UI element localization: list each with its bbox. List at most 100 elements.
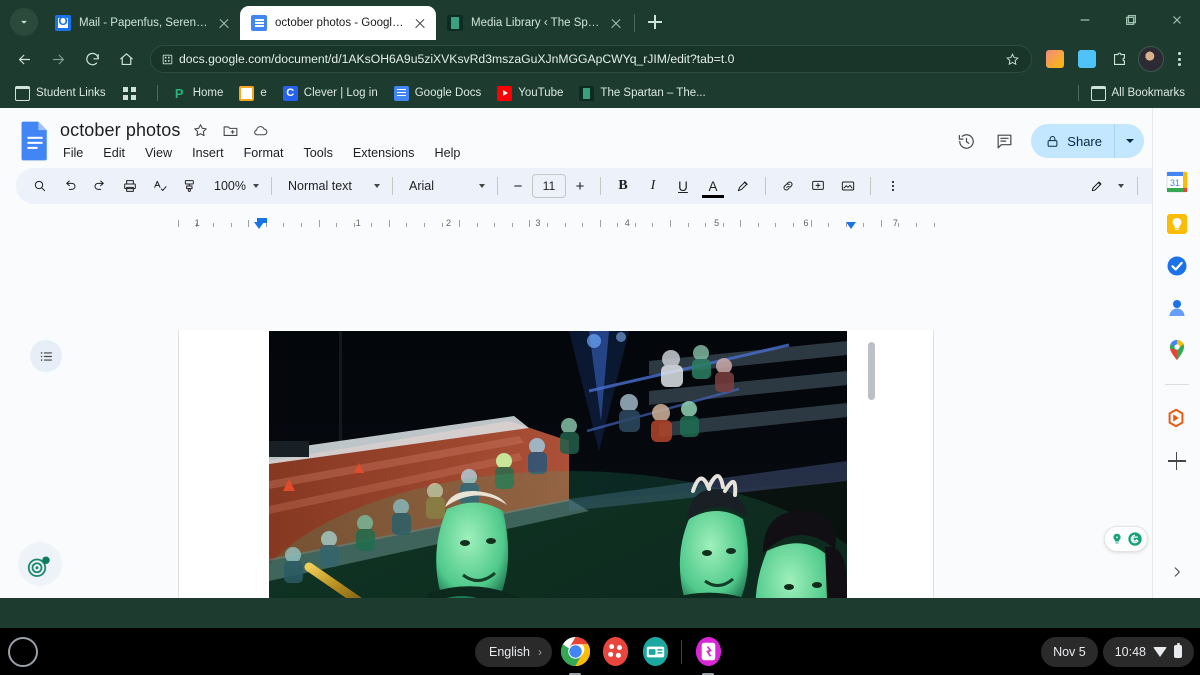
bookmark-youtube[interactable]: YouTube [490,83,570,104]
bold-button[interactable]: B [609,172,637,200]
all-bookmarks-button[interactable]: All Bookmarks [1084,83,1193,104]
google-keep-icon[interactable] [1165,212,1189,236]
google-tasks-icon[interactable] [1165,254,1189,278]
spellcheck-icon[interactable] [146,172,174,200]
extension-icon [1078,50,1096,68]
editing-mode-dropdown[interactable] [1113,172,1129,200]
back-button[interactable] [8,43,40,75]
close-icon[interactable] [608,15,624,31]
address-bar[interactable]: docs.google.com/document/d/1AKsOH6A9u5zi… [150,45,1032,73]
google-docs-logo-icon[interactable] [18,120,52,162]
document-scrollbar-thumb[interactable] [868,342,875,400]
search-icon[interactable] [26,172,54,200]
document-canvas[interactable] [0,330,1200,598]
forward-button[interactable] [42,43,74,75]
font-size-input[interactable]: 11 [531,174,566,198]
minimize-icon[interactable] [1062,2,1108,38]
menu-format[interactable]: Format [241,144,287,162]
ime-language-button[interactable]: English › [475,636,552,667]
paragraph-style-dropdown[interactable]: Normal text [280,172,384,200]
highlight-icon[interactable] [729,172,757,200]
bookmark-apps-grid[interactable] [115,83,150,104]
browser-tab-october-photos[interactable]: october photos - Google Docs [240,6,436,40]
editing-mode-pencil-icon[interactable] [1083,172,1111,200]
move-to-folder-icon[interactable] [220,121,240,141]
menu-extensions[interactable]: Extensions [350,144,418,162]
horizontal-ruler[interactable]: 1 1 2 3 4 5 6 7 [178,210,942,230]
home-button[interactable] [110,43,142,75]
bookmark-clever[interactable]: C Clever | Log in [276,83,385,104]
maximize-icon[interactable] [1108,2,1154,38]
share-button[interactable]: Share [1031,124,1114,158]
bookmark-home[interactable]: P Home [165,83,231,104]
youtube-icon [497,85,513,101]
reload-button[interactable] [76,43,108,75]
menu-edit[interactable]: Edit [100,144,128,162]
font-family-dropdown[interactable]: Arial [401,172,489,200]
more-options-icon[interactable] [879,172,907,200]
menu-tools[interactable]: Tools [300,144,335,162]
text-color-button[interactable]: A [699,172,727,200]
increase-font-size-button[interactable]: + [568,174,592,198]
shelf-app-chrome[interactable] [558,635,592,675]
extensions-puzzle-icon[interactable] [1104,44,1134,74]
document-image[interactable] [269,331,847,598]
left-indent-marker[interactable] [254,222,265,229]
menu-help[interactable]: Help [431,144,463,162]
browser-tab-mail[interactable]: Mail - Papenfus, Serenity Rae - O [44,6,240,40]
close-icon[interactable] [216,15,232,31]
insert-image-icon[interactable] [834,172,862,200]
google-contacts-icon[interactable] [1165,296,1189,320]
bookmark-spartan[interactable]: The Spartan – The... [572,83,712,104]
chrome-menu-icon[interactable] [1166,46,1192,72]
google-calendar-icon[interactable]: 31 [1165,170,1189,194]
menu-insert[interactable]: Insert [189,144,227,162]
menu-file[interactable]: File [60,144,86,162]
link-icon[interactable] [774,172,802,200]
extension-icon-2[interactable] [1072,44,1102,74]
grammarly-widget[interactable] [1104,526,1148,552]
document-outline-icon[interactable] [30,340,62,372]
history-icon[interactable] [949,124,983,158]
paint-format-icon[interactable] [176,172,204,200]
share-dropdown-button[interactable] [1114,124,1144,158]
document-page[interactable] [178,330,934,598]
right-indent-marker[interactable] [845,222,856,229]
page-title[interactable]: october photos [60,120,180,141]
star-icon[interactable] [190,121,210,141]
calendar-date-button[interactable]: Nov 5 [1041,636,1098,667]
shelf-app-media[interactable] [638,635,672,669]
comment-add-icon[interactable] [804,172,832,200]
explore-icon[interactable] [18,542,62,586]
print-icon[interactable] [116,172,144,200]
italic-button[interactable]: I [639,172,667,200]
bookmark-star-icon[interactable] [999,46,1025,72]
site-info-icon[interactable] [155,47,179,71]
get-addons-plus-icon[interactable] [1165,449,1189,473]
tab-search-button[interactable] [10,8,38,36]
bookmark-label: The Spartan – The... [600,87,706,99]
autodesk-addon-icon[interactable] [1165,407,1189,431]
underline-button[interactable]: U [669,172,697,200]
browser-tab-media-library[interactable]: Media Library ‹ The Spartan — W [436,6,632,40]
bookmark-student-links[interactable]: Student Links [8,83,113,104]
shelf-app-photos[interactable] [691,635,725,675]
profile-avatar[interactable] [1138,46,1164,72]
system-status-tray[interactable]: 10:48 [1102,636,1194,667]
bookmark-google-docs[interactable]: Google Docs [387,83,488,104]
hide-side-panel-chevron-icon[interactable] [1165,560,1189,584]
bookmark-e[interactable]: e [232,83,273,104]
close-icon[interactable] [1154,2,1200,38]
menu-view[interactable]: View [142,144,175,162]
shelf-app-canvas-paint[interactable] [598,635,632,669]
redo-icon[interactable] [86,172,114,200]
close-icon[interactable] [412,15,428,31]
comment-icon[interactable] [987,124,1021,158]
cloud-saved-icon[interactable] [250,121,270,141]
google-maps-icon[interactable] [1165,338,1189,362]
zoom-dropdown[interactable]: 100% [206,172,263,200]
new-tab-button[interactable] [641,8,669,36]
decrease-font-size-button[interactable]: − [506,174,530,198]
undo-icon[interactable] [56,172,84,200]
extension-icon-1[interactable] [1040,44,1070,74]
